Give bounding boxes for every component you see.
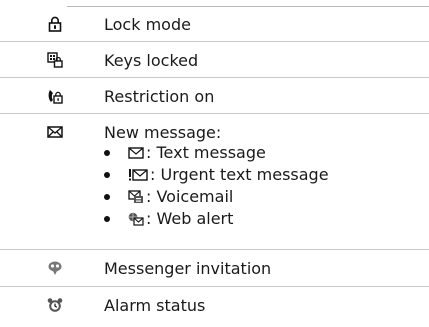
urgent-envelope-icon (129, 169, 148, 181)
voicemail-icon (128, 190, 143, 203)
alarm-clock-icon (47, 298, 63, 312)
list-item-label: : Web alert (146, 209, 234, 228)
table-row-restriction: Restriction on (0, 78, 429, 114)
bullet (104, 172, 110, 178)
restricted-phone-icon (48, 90, 63, 104)
list-item-text-message: : Text message (104, 142, 329, 164)
table-row-keys-locked: Keys locked (0, 42, 429, 78)
list-item-label: : Urgent text message (150, 165, 329, 184)
bullet (104, 194, 110, 200)
web-alert-icon (128, 212, 144, 226)
table-row-messenger-invitation: Messenger invitation (0, 250, 429, 287)
lock-icon (48, 16, 62, 32)
bullet (104, 216, 110, 222)
row-label: Alarm status (104, 296, 206, 315)
row-label: Messenger invitation (104, 259, 272, 278)
row-label: Lock mode (104, 15, 191, 34)
table-row-lock-mode: Lock mode (0, 6, 429, 42)
messenger-invitation-icon (48, 261, 62, 275)
table-row-alarm-status: Alarm status (0, 287, 429, 323)
list-item-voicemail: : Voicemail (104, 186, 329, 208)
bullet (104, 150, 110, 156)
keypad-lock-icon (47, 52, 63, 68)
message-type-list: : Text message : Urgent text message : V… (104, 142, 329, 230)
status-icon-table: Lock mode Keys locked Restriction on New… (0, 0, 429, 327)
row-label: New message: (104, 123, 222, 142)
row-label: Restriction on (104, 87, 215, 106)
row-label: Keys locked (104, 51, 199, 70)
list-item-web-alert: : Web alert (104, 208, 329, 230)
list-item-label: : Voicemail (146, 187, 234, 206)
envelope-icon (47, 126, 63, 138)
envelope-icon (128, 147, 144, 159)
list-item-label: : Text message (146, 143, 266, 162)
table-row-new-message: New message: : Text message : Urgent tex… (0, 114, 429, 250)
list-item-urgent-message: : Urgent text message (104, 164, 329, 186)
